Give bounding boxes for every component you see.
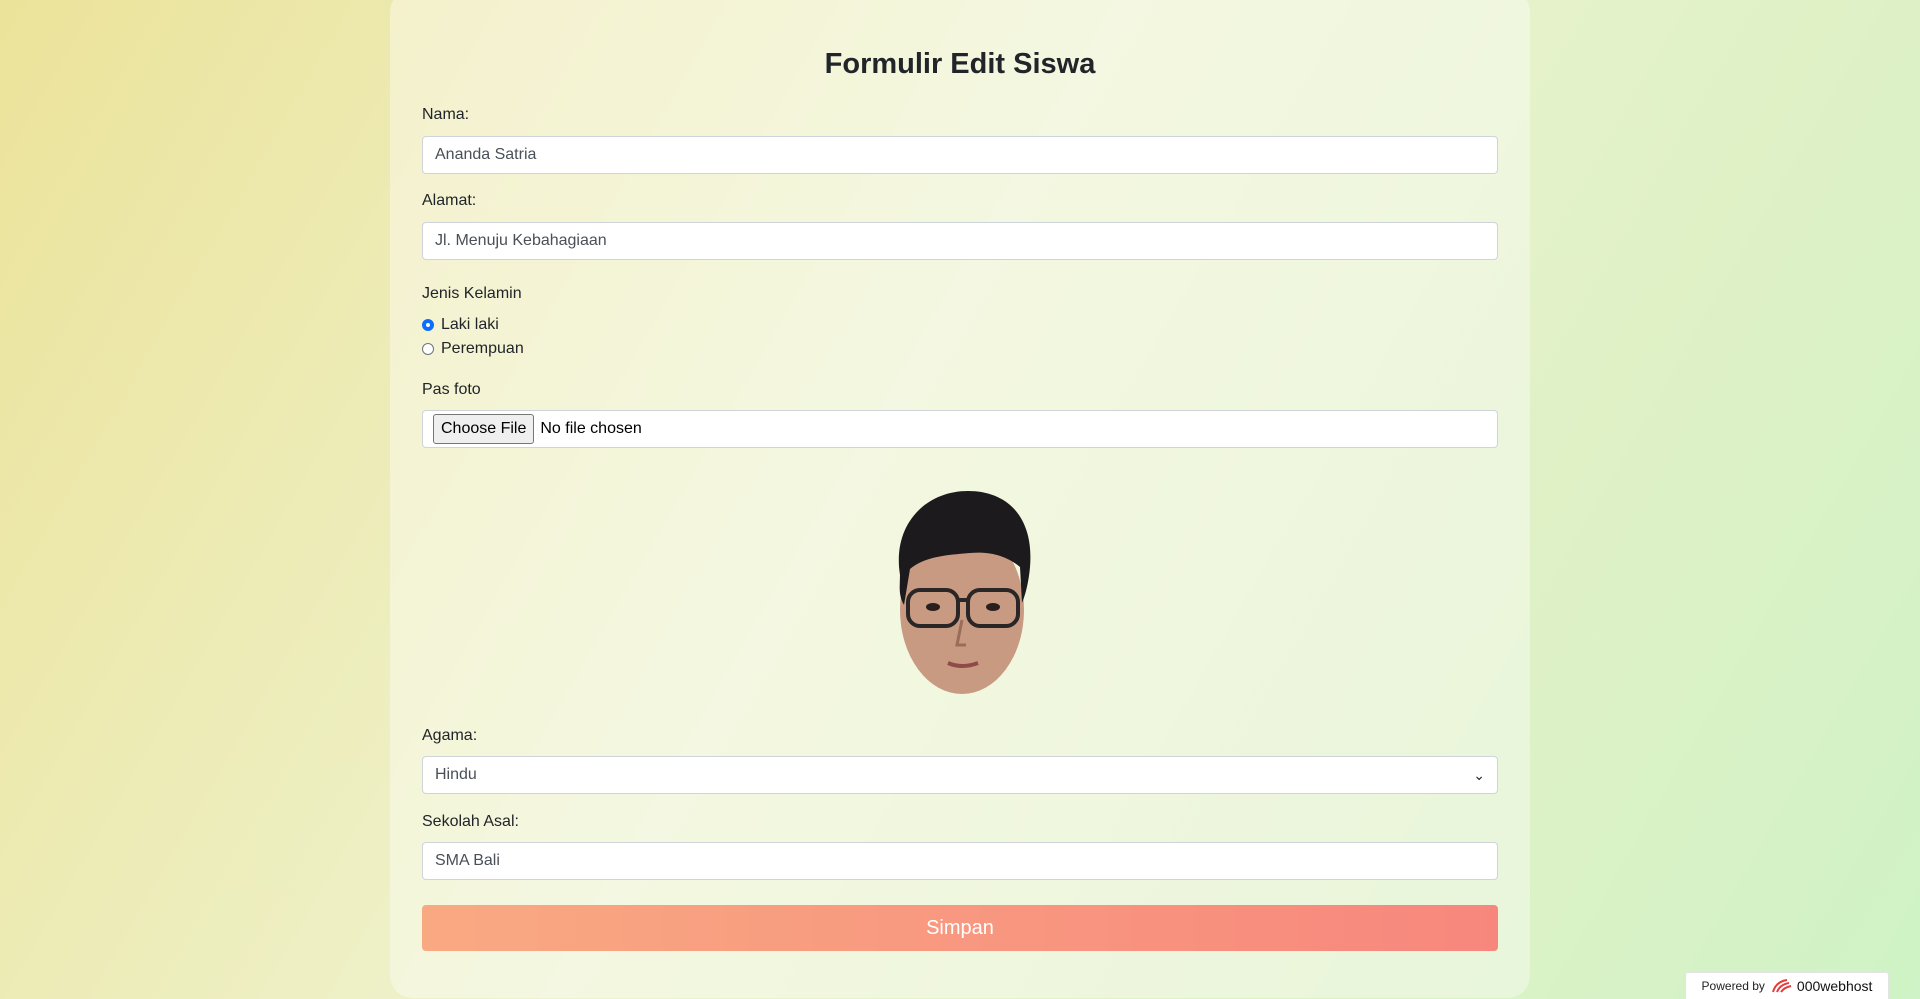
choose-file-button[interactable]: Choose File — [433, 414, 535, 444]
sekolah-input-value: SMA Bali — [435, 852, 500, 869]
page-title: Formulir Edit Siswa — [824, 48, 1096, 80]
agama-select[interactable]: Hindu ⌄ — [422, 756, 1498, 794]
edit-student-card: Formulir Edit Siswa Nama: Ananda Satria … — [390, 0, 1530, 998]
nama-label: Nama: — [422, 106, 470, 123]
gender-option-male[interactable]: Laki laki — [422, 316, 499, 334]
agama-selected-value: Hindu — [435, 766, 477, 783]
nama-input-value: Ananda Satria — [435, 146, 537, 163]
powered-by-badge[interactable]: Powered by 000webhost — [1685, 972, 1889, 999]
student-photo — [898, 491, 1031, 694]
gender-option-female[interactable]: Perempuan — [422, 340, 524, 358]
radio-male[interactable] — [422, 319, 434, 331]
chevron-down-icon: ⌄ — [1473, 766, 1485, 783]
alamat-input-value: Jl. Menuju Kebahagiaan — [435, 232, 607, 249]
photo-label: Pas foto — [422, 381, 481, 398]
alamat-label: Alamat: — [422, 192, 477, 209]
file-status-text: No file chosen — [540, 420, 642, 437]
save-button[interactable]: Simpan — [422, 905, 1498, 951]
nama-input[interactable]: Ananda Satria — [422, 136, 1498, 174]
radio-female[interactable] — [422, 343, 434, 355]
gender-label: Jenis Kelamin — [422, 285, 522, 302]
photo-file-input[interactable]: Choose File No file chosen — [422, 410, 1498, 448]
000webhost-logo-icon — [1771, 979, 1792, 993]
sekolah-input[interactable]: SMA Bali — [422, 842, 1498, 880]
sekolah-label: Sekolah Asal: — [422, 813, 519, 830]
brand-name: 000webhost — [1796, 978, 1873, 994]
powered-by-text: Powered by — [1701, 979, 1765, 993]
alamat-input[interactable]: Jl. Menuju Kebahagiaan — [422, 222, 1498, 260]
gender-option-male-label: Laki laki — [441, 316, 499, 333]
gender-option-female-label: Perempuan — [441, 340, 524, 357]
agama-label: Agama: — [422, 727, 478, 744]
